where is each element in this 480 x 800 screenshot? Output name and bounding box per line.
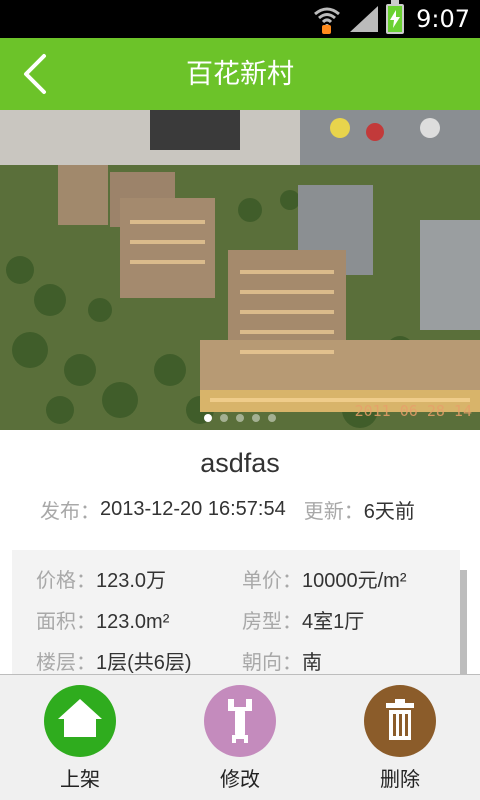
listing-meta: 发布 ： 2013-12-20 16:57:54 更新 ： 6天前 (40, 496, 415, 523)
pager-dot-2[interactable] (220, 414, 228, 422)
floor-field: 楼层：1层(共6层) (36, 652, 192, 674)
wifi-icon (312, 4, 342, 34)
pager-dot-1[interactable] (204, 414, 212, 422)
published-separator: ： (80, 500, 100, 523)
delete-button-label: 删除 (380, 769, 420, 791)
pager-dot-4[interactable] (252, 414, 260, 422)
orientation-label: 朝向 (242, 652, 282, 674)
price-label: 价格 (36, 570, 76, 592)
floor-label: 楼层 (36, 652, 76, 674)
wrench-icon (228, 699, 252, 743)
pager-dot-5[interactable] (268, 414, 276, 422)
status-icons: 9:07 (312, 0, 470, 38)
detail-row: 面积：123.0m² 房型：4室1厅 (36, 605, 456, 646)
page-title: 百花新村 (186, 59, 294, 89)
listing-photo[interactable]: 2011 06 28 14 (0, 110, 480, 430)
unit-price-value: 10000元/m² (302, 570, 407, 592)
action-bar: 上架 修改 删除 (0, 674, 480, 800)
list-button-label: 上架 (60, 769, 100, 791)
card-shadow (459, 570, 467, 680)
price-field: 价格：123.0万 (36, 570, 167, 592)
chevron-left-icon (24, 54, 46, 94)
list-button[interactable]: 上架 (30, 685, 130, 792)
delete-button-circle[interactable] (364, 685, 436, 757)
detail-row: 价格：123.0万 单价：10000元/m² (36, 564, 456, 605)
unit-price-label: 单价 (242, 570, 282, 592)
edit-button-label: 修改 (220, 769, 260, 791)
orientation-field: 朝向：南 (242, 652, 322, 674)
home-icon (58, 699, 102, 737)
property-model-image (0, 110, 480, 430)
title-bar: 百花新村 (0, 38, 480, 110)
delete-button[interactable]: 删除 (350, 685, 450, 792)
unit-price-field: 单价：10000元/m² (242, 570, 407, 592)
detail-grid: 价格：123.0万 单价：10000元/m² 面积：123.0m² 房型：4室1… (36, 564, 456, 687)
area-value: 123.0m² (96, 611, 170, 633)
sync-icon (322, 25, 332, 34)
price-value: 123.0万 (96, 570, 167, 592)
layout-value: 4室1厅 (302, 611, 365, 633)
layout-label: 房型 (242, 611, 282, 633)
floor-value: 1层(共6层) (96, 652, 192, 674)
photo-pager (0, 414, 480, 422)
signal-icon (350, 6, 379, 32)
edit-button[interactable]: 修改 (190, 685, 290, 792)
trash-icon (386, 699, 414, 740)
listing-name: asdfas (200, 448, 280, 478)
updated-value: 6天前 (363, 500, 415, 523)
published-value: 2013-12-20 16:57:54 (100, 497, 286, 520)
orientation-value: 南 (302, 652, 322, 674)
updated-separator: ： (343, 500, 364, 523)
back-button[interactable] (14, 50, 58, 98)
area-field: 面积：123.0m² (36, 611, 170, 633)
list-button-circle[interactable] (44, 685, 116, 757)
edit-button-circle[interactable] (204, 685, 276, 757)
layout-field: 房型：4室1厅 (242, 611, 365, 633)
updated-label: 更新 (303, 500, 344, 523)
published-label: 发布 (40, 500, 80, 523)
pager-dot-3[interactable] (236, 414, 244, 422)
status-bar: 9:07 (0, 0, 480, 38)
area-label: 面积 (36, 611, 76, 633)
status-time: 9:07 (416, 5, 470, 33)
battery-charging-icon (386, 0, 405, 34)
